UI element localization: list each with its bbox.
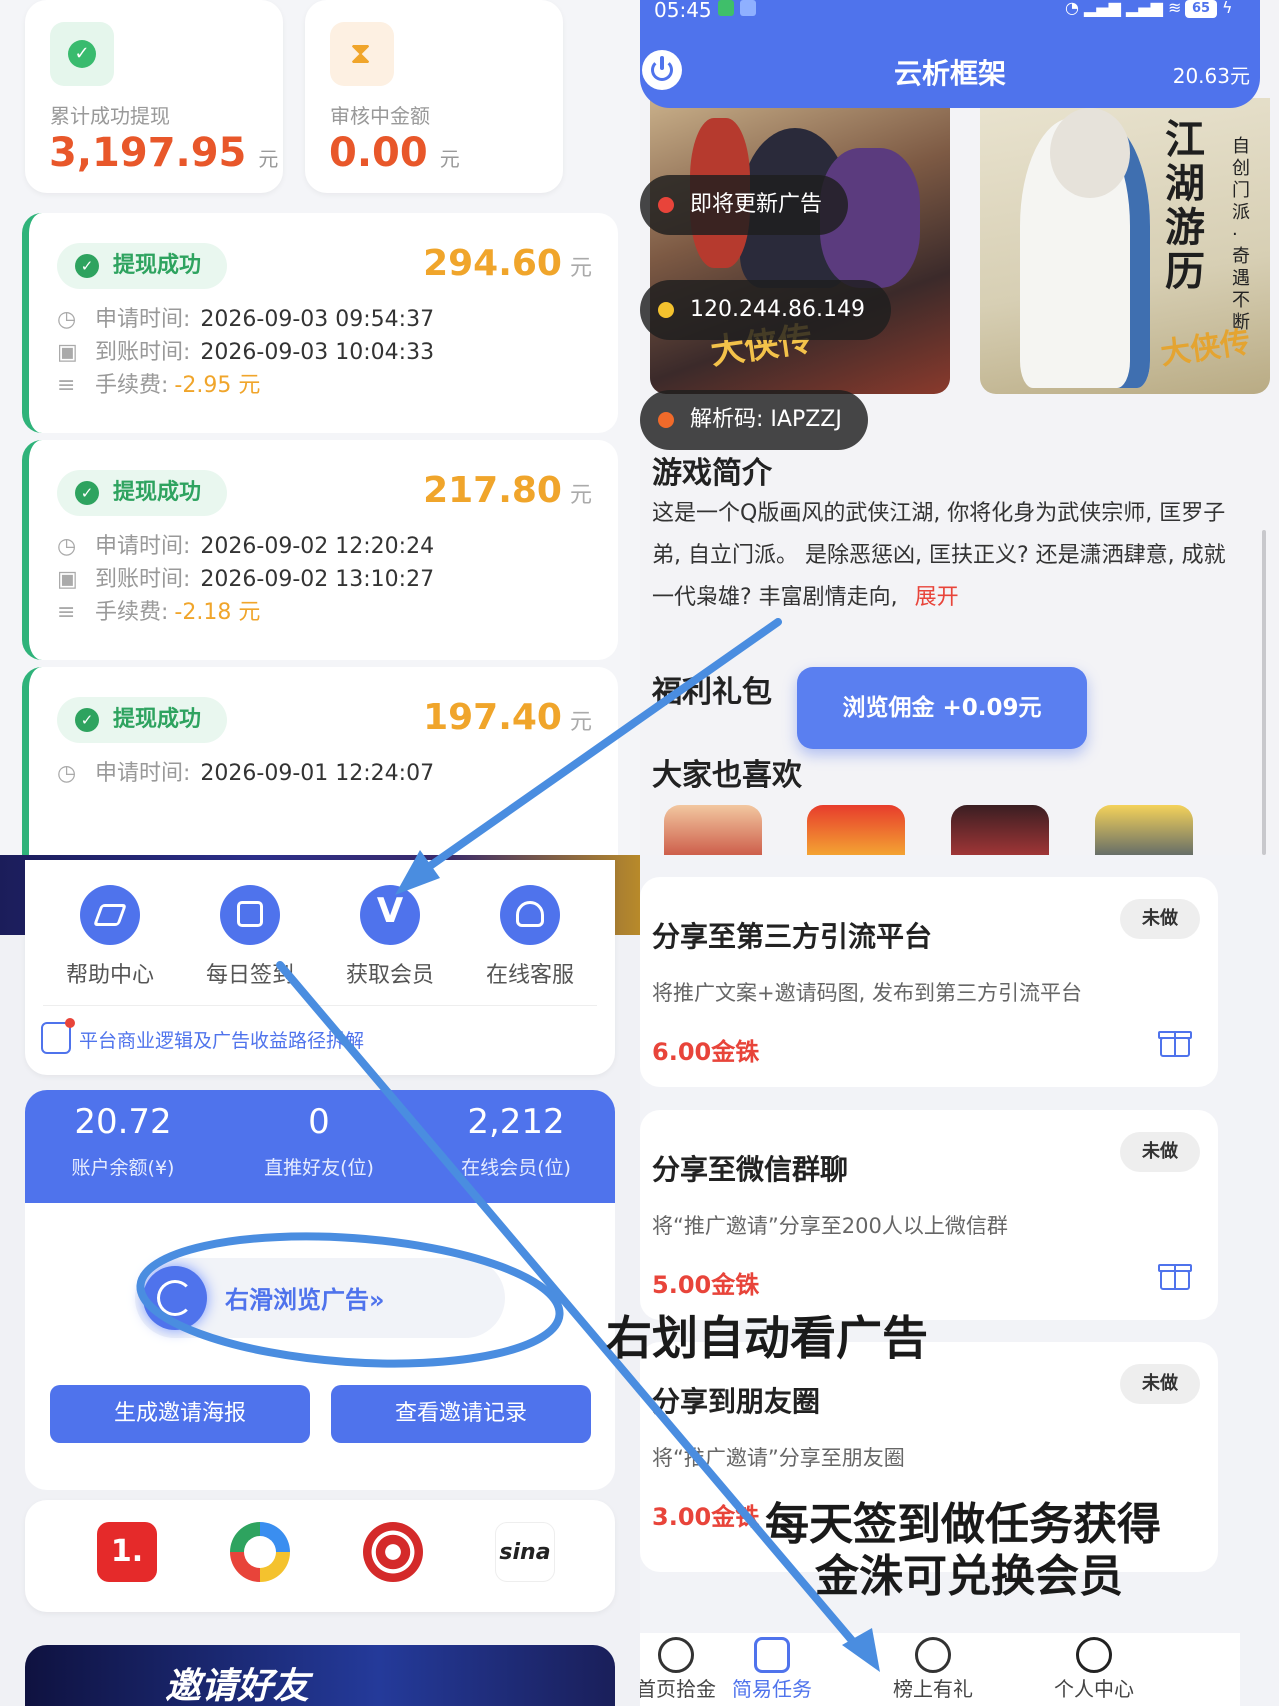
arrow-line xyxy=(406,618,782,884)
highlight-ellipse xyxy=(136,1232,564,1368)
annotation-arrows xyxy=(136,618,880,1672)
annotation-tasks-line2: 金洙可兑换会员 xyxy=(815,1551,1123,1602)
arrow-head xyxy=(395,850,440,895)
annotation-swipe: 右划自动看广告 xyxy=(606,1311,928,1365)
